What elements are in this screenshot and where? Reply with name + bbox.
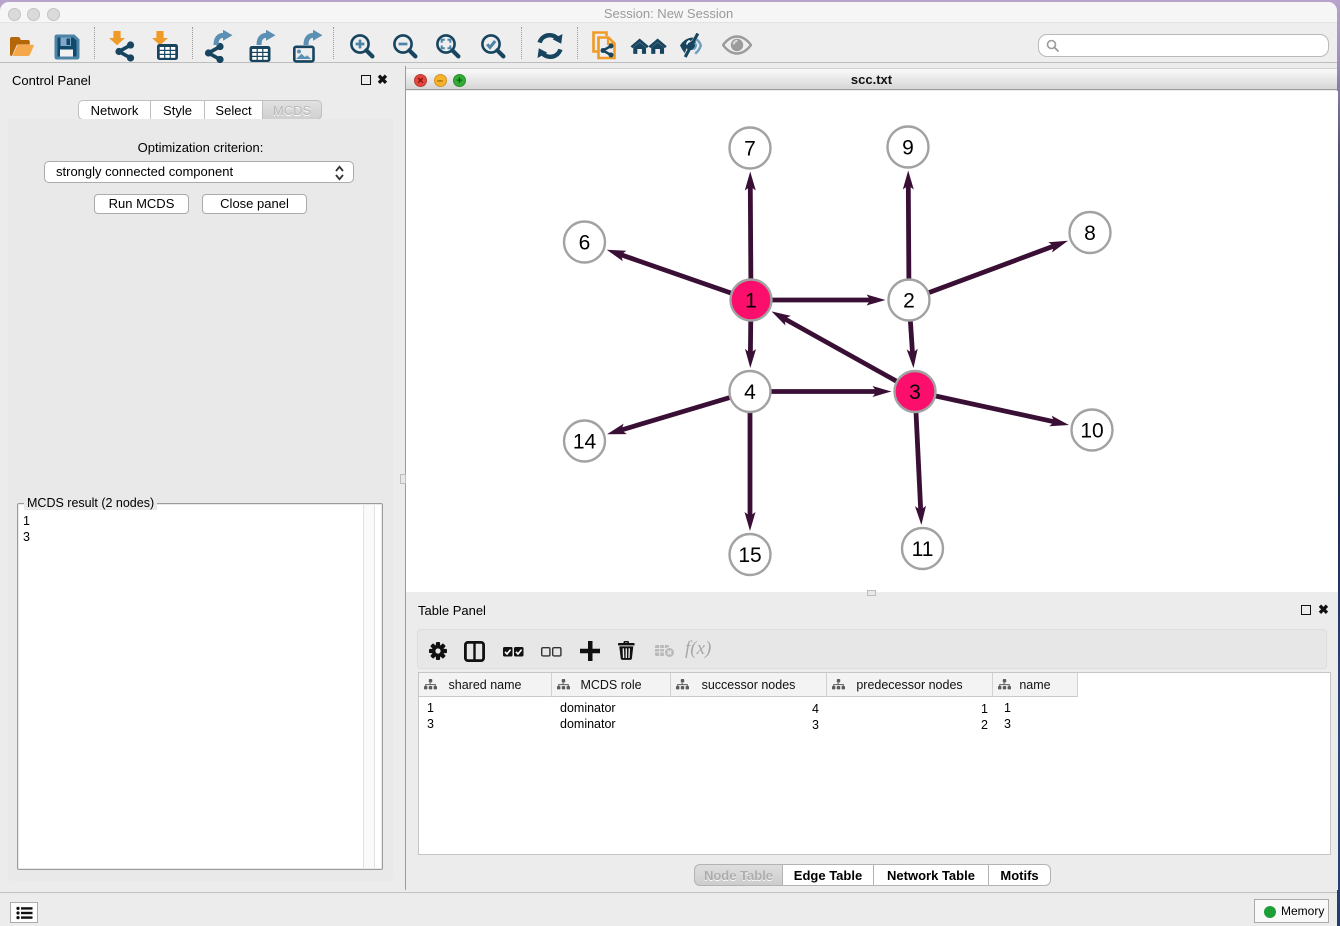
svg-text:15: 15 xyxy=(738,544,761,567)
svg-text:11: 11 xyxy=(912,538,934,561)
svg-text:3: 3 xyxy=(909,381,921,404)
svg-text:8: 8 xyxy=(1084,222,1096,245)
svg-text:7: 7 xyxy=(744,138,756,161)
svg-text:2: 2 xyxy=(903,290,915,313)
svg-text:9: 9 xyxy=(902,137,914,160)
svg-text:10: 10 xyxy=(1080,420,1103,443)
svg-text:6: 6 xyxy=(579,232,591,255)
svg-text:14: 14 xyxy=(573,431,597,454)
svg-text:4: 4 xyxy=(744,381,756,404)
svg-text:1: 1 xyxy=(745,290,757,313)
